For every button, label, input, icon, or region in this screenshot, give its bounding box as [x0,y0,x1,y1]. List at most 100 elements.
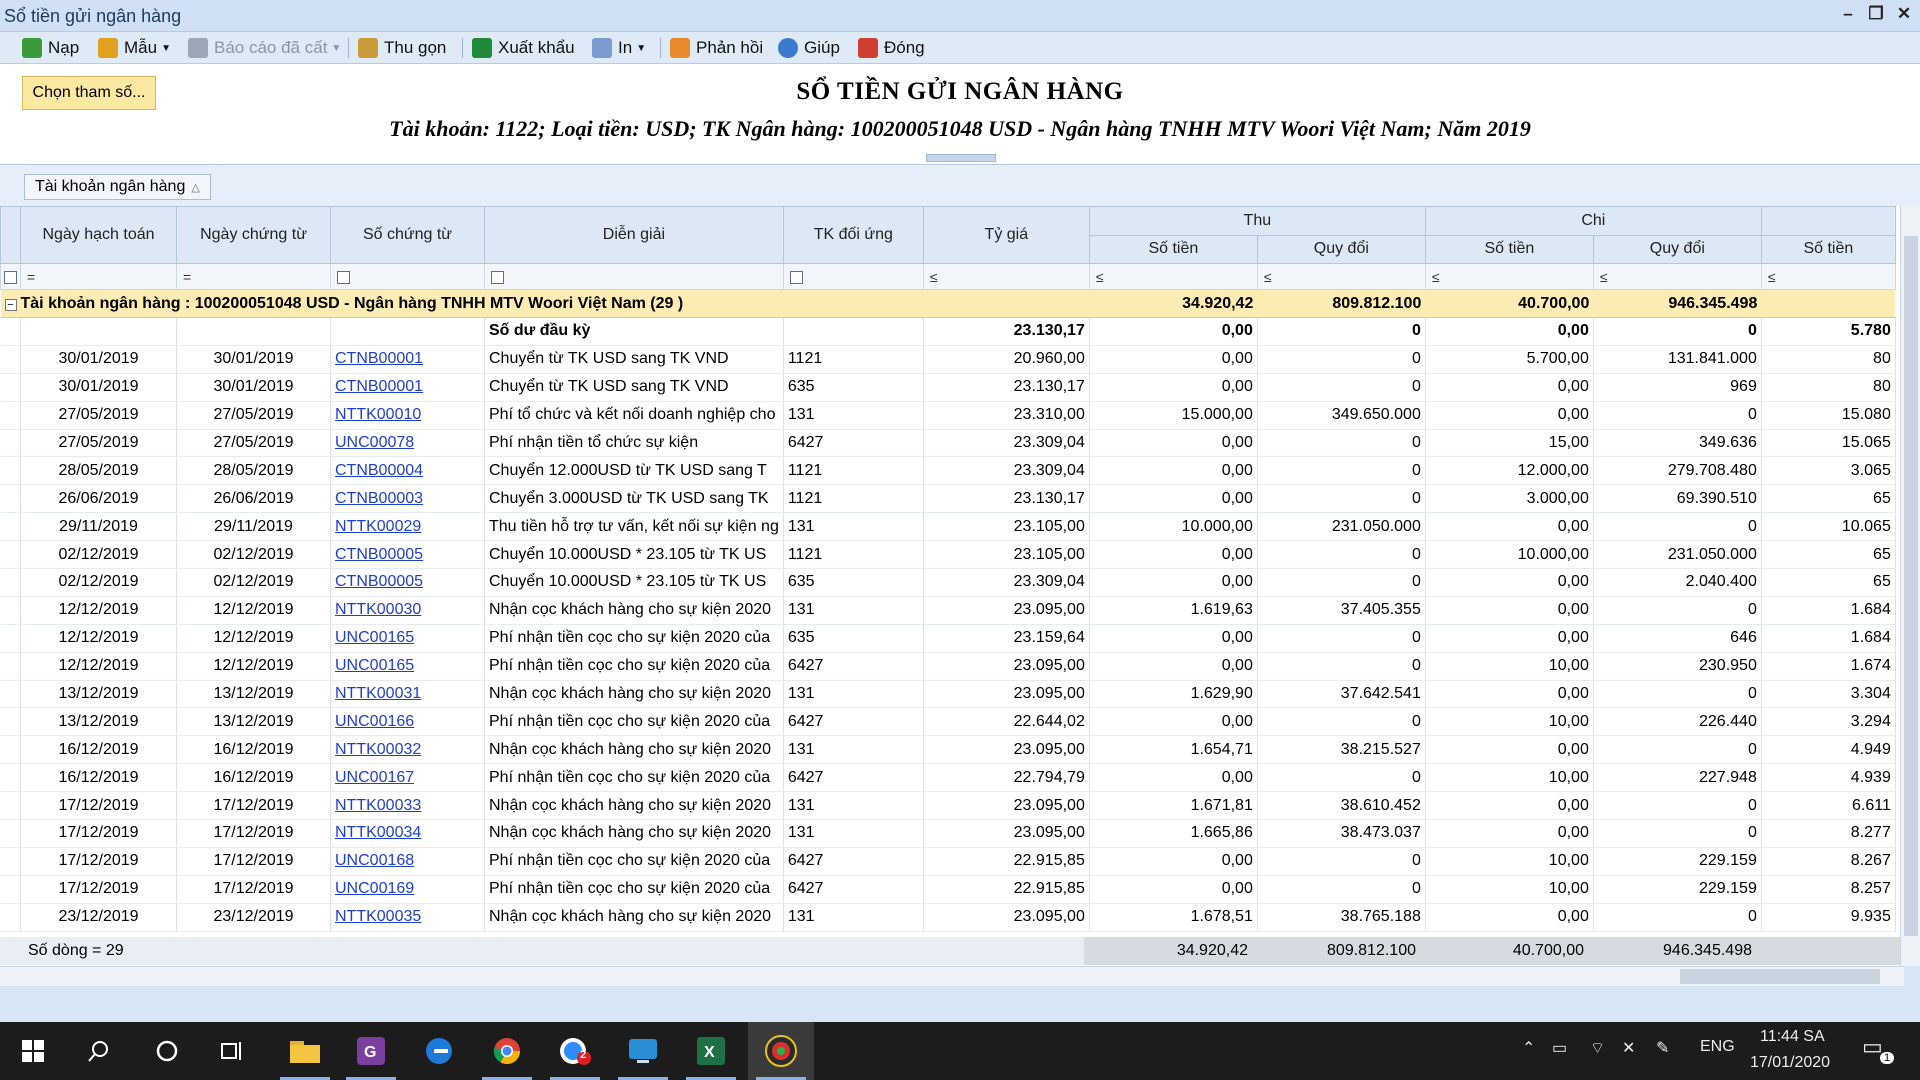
task-view-button[interactable] [200,1022,266,1080]
row-indicator[interactable] [0,373,21,402]
col-ty-gia[interactable]: Tỷ giá [922,206,1090,264]
choose-params-button[interactable]: Chọn tham số... [22,76,156,110]
filter-tk-doi-ung[interactable] [782,263,924,290]
close-report-button[interactable]: Đóng [858,36,925,60]
voucher-link[interactable]: NTTK00029 [335,518,421,535]
voucher-link[interactable]: UNC00165 [335,629,414,646]
clock-time[interactable]: 11:44 SA [1760,1028,1825,1046]
voucher-link[interactable]: UNC00166 [335,713,414,730]
col-tk-doi-ung[interactable]: TK đối ứng [782,206,924,264]
excel-button[interactable]: X [678,1022,744,1080]
table-row[interactable]: 17/12/2019 17/12/2019 NTTK00033 Nhận cọc kh… [0,791,1896,821]
input-language[interactable]: ENG [1700,1038,1735,1056]
table-row[interactable]: 17/12/2019 17/12/2019 NTTK00034 Nhận cọc kh… [0,819,1896,848]
row-indicator[interactable] [0,791,21,821]
collapse-button[interactable]: Thu gọn [358,36,446,60]
col-chi-so-tien[interactable]: Số tiền [1424,234,1594,264]
chrome-button[interactable] [474,1022,540,1080]
col-so-chung-tu[interactable]: Số chứng từ [330,206,485,264]
voucher-link[interactable]: UNC00078 [335,434,414,451]
col-dien-giai[interactable]: Diễn giải [484,206,784,264]
table-row[interactable]: 13/12/2019 13/12/2019 NTTK00031 Nhận cọc kh… [0,680,1896,709]
row-indicator[interactable] [0,624,21,653]
voucher-link[interactable]: CTNB00003 [335,490,423,507]
zoom-app-button[interactable]: 2 [542,1022,608,1080]
voucher-link[interactable]: NTTK00033 [335,797,421,814]
horizontal-scroll-thumb[interactable] [1680,969,1880,984]
search-button[interactable] [66,1022,132,1080]
row-indicator[interactable] [0,847,21,876]
print-button[interactable]: In ▼ [592,36,646,60]
voucher-link[interactable]: UNC00165 [335,657,414,674]
row-indicator[interactable] [0,763,21,793]
filter-chi-so-tien[interactable]: ≤ [1424,263,1594,290]
group-chip-bank-account[interactable]: Tài khoản ngân hàng △ [24,174,211,200]
filter-thu-quy-doi[interactable]: ≤ [1256,263,1426,290]
row-indicator[interactable] [0,401,21,430]
filter-thu-so-tien[interactable]: ≤ [1088,263,1258,290]
vertical-scroll-thumb[interactable] [1904,236,1918,936]
table-row[interactable]: 16/12/2019 16/12/2019 UNC00167 Phí nhận tiề… [0,763,1896,793]
row-indicator[interactable] [0,429,21,458]
row-indicator[interactable] [0,707,21,737]
row-indicator[interactable] [0,652,21,681]
collapse-group-icon[interactable]: − [4,298,17,311]
voucher-link[interactable]: CTNB00004 [335,462,423,479]
minimize-icon[interactable]: – [1836,4,1860,24]
col-ngay-hach-toan[interactable]: Ngày hạch toán [20,206,177,264]
col-ngay-chung-tu[interactable]: Ngày chứng từ [176,206,331,264]
accounting-app-button[interactable] [748,1022,814,1080]
wifi-icon[interactable]: ⌔ [1590,1038,1605,1058]
col-thu-quy-doi[interactable]: Quy đổi [1256,234,1426,264]
opening-balance-row[interactable]: Số dư đầu kỳ 23.130,17 0,00 0 0,00 0 5.7… [0,317,1896,346]
export-button[interactable]: Xuất khẩu [472,36,575,60]
table-row[interactable]: 30/01/2019 30/01/2019 CTNB00001 Chuyển từ T… [0,345,1896,374]
restore-icon[interactable]: ❐ [1864,4,1888,24]
voucher-link[interactable]: UNC00168 [335,852,414,869]
row-indicator[interactable] [0,456,21,486]
horizontal-scrollbar[interactable] [0,966,1904,986]
voucher-link[interactable]: UNC00167 [335,769,414,786]
table-row[interactable]: 28/05/2019 28/05/2019 CTNB00004 Chuyển 12.0… [0,456,1896,486]
voucher-link[interactable]: NTTK00031 [335,685,421,702]
battery-icon[interactable]: ▭ [1552,1038,1567,1058]
table-row[interactable]: 30/01/2019 30/01/2019 CTNB00001 Chuyển từ T… [0,373,1896,402]
table-row[interactable]: 27/05/2019 27/05/2019 NTTK00010 Phí tổ chức… [0,401,1896,430]
table-row[interactable]: 23/12/2019 23/12/2019 NTTK00035 Nhận cọc kh… [0,903,1896,932]
voucher-link[interactable]: CTNB00005 [335,546,423,563]
filter-ngay-chung-tu[interactable]: = [176,263,331,290]
row-indicator[interactable] [0,540,21,570]
row-indicator[interactable] [0,819,21,848]
voucher-link[interactable]: CTNB00001 [335,350,423,367]
feedback-button[interactable]: Phản hồi [670,36,763,60]
row-indicator[interactable] [0,680,21,709]
table-row[interactable]: 02/12/2019 02/12/2019 CTNB00005 Chuyển 10.0… [0,540,1896,570]
group-row[interactable]: − Tài khoản ngân hàng : 100200051048 USD … [0,289,1896,318]
table-row[interactable]: 13/12/2019 13/12/2019 UNC00166 Phí nhận tiề… [0,707,1896,737]
volume-muted-icon[interactable]: ✕ [1622,1038,1635,1058]
table-row[interactable]: 16/12/2019 16/12/2019 NTTK00032 Nhận cọc kh… [0,735,1896,765]
header-splitter[interactable] [926,154,996,162]
voucher-link[interactable]: CTNB00005 [335,573,423,590]
voucher-link[interactable]: CTNB00001 [335,378,423,395]
row-indicator[interactable] [0,484,21,514]
table-row[interactable]: 26/06/2019 26/06/2019 CTNB00003 Chuyển 3.00… [0,484,1896,514]
voucher-link[interactable]: NTTK00035 [335,908,421,925]
reload-button[interactable]: Nạp [22,36,79,60]
col-ton-so-tien[interactable]: Số tiền [1760,234,1896,264]
start-button[interactable] [0,1022,66,1080]
tray-overflow-icon[interactable]: ⌃ [1522,1038,1535,1058]
voucher-link[interactable]: NTTK00030 [335,601,421,618]
edge-button[interactable] [406,1022,472,1080]
cortana-button[interactable] [134,1022,200,1080]
voucher-link[interactable]: NTTK00010 [335,406,421,423]
row-indicator[interactable] [0,512,21,542]
row-indicator[interactable] [0,903,21,932]
row-indicator[interactable] [0,596,21,625]
pen-icon[interactable]: ✎ [1656,1038,1669,1058]
col-chi-quy-doi[interactable]: Quy đổi [1592,234,1762,264]
filter-clear-icon[interactable] [0,263,21,290]
row-indicator[interactable] [0,568,21,597]
saved-report-button[interactable]: Báo cáo đã cất ▼ [188,36,341,60]
table-row[interactable]: 29/11/2019 29/11/2019 NTTK00029 Thu tiền hỗ… [0,512,1896,542]
